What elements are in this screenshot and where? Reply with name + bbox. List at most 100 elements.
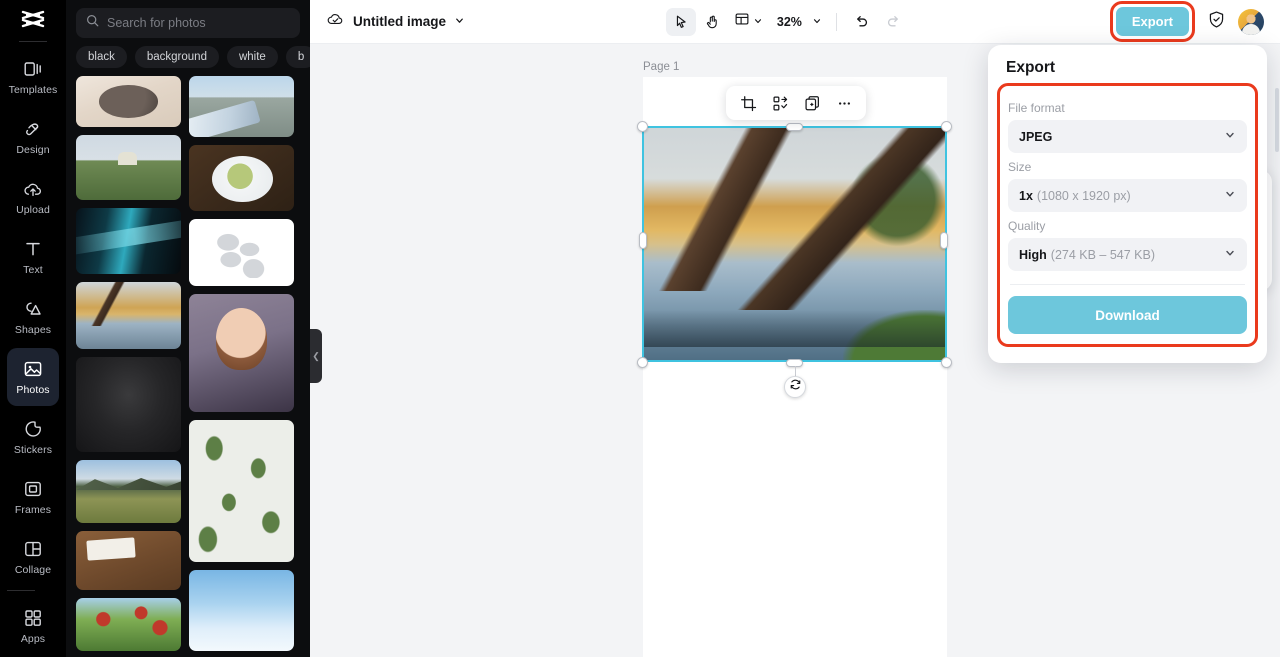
resize-handle-top-right[interactable] [941,121,952,132]
sidebar-item-label: Upload [16,204,50,217]
autumn-river-tree-image[interactable] [643,127,946,361]
undo-button[interactable] [847,8,877,36]
select-value-sub: (1080 x 1920 px) [1036,188,1131,203]
dark-texture-photo[interactable] [76,356,181,452]
toolbar-right-group: Export [1109,1,1280,42]
search-icon [86,14,99,32]
export-field-label: File format [1008,101,1065,115]
sidebar-item-label: Stickers [13,444,53,457]
sidebar-item-label: Frames [14,504,52,517]
sidebar-item-text[interactable]: Text [7,228,59,286]
rotate-handle[interactable] [784,376,806,398]
hand-tool[interactable] [698,8,728,36]
white-drops-photo[interactable] [189,219,294,286]
candles-bowl-photo[interactable] [76,76,181,127]
document-title[interactable]: Untitled image [353,14,446,29]
layout-icon [734,11,750,32]
zoom-chevron-down-icon [812,13,822,31]
resize-handle-bottom-left[interactable] [637,357,648,368]
layout-button[interactable] [730,8,767,36]
more-options-button[interactable] [830,90,858,116]
resize-handle-top-center[interactable] [786,122,803,131]
resize-handle-bottom-right[interactable] [941,357,952,368]
download-button[interactable]: Download [1008,296,1247,334]
capcut-logo-icon[interactable] [0,0,66,37]
airplane-wing-photo[interactable] [189,76,294,138]
stickers-icon [22,418,44,440]
panel-collapse-handle[interactable]: ❮ [310,329,322,383]
tag-chip[interactable]: white [226,46,278,68]
palm-pattern-photo[interactable] [189,420,294,563]
autumn-river-photo[interactable] [76,282,181,349]
export-button-highlight: Export [1109,1,1195,42]
sidebar-item-upload[interactable]: Upload [7,168,59,226]
tag-chip[interactable]: background [134,46,219,68]
duplicate-button[interactable] [798,90,826,116]
sidebar-item-label: Photos [16,384,50,397]
shield-check-icon[interactable] [1207,10,1226,34]
size-select[interactable]: 1x (1080 x 1920 px) [1008,179,1247,212]
resize-handle-right-middle[interactable] [939,232,948,249]
capcut-editor-window: Templates Design Upload Text Shapes Photos Sti… [0,0,1280,657]
tag-chip[interactable]: black [76,46,127,68]
hilltop-town-photo[interactable] [76,134,181,200]
crop-button[interactable] [734,90,762,116]
chevron-down-icon [1224,188,1236,203]
user-avatar[interactable] [1238,8,1264,35]
search-container [66,0,310,38]
sidebar-item-shapes[interactable]: Shapes [7,288,59,346]
abstract-waves-photo[interactable] [76,207,181,275]
redo-button[interactable] [879,8,909,36]
tag-chip[interactable]: b [285,46,310,68]
image-artwork [643,127,946,361]
sidebar-item-label: Text [23,264,43,277]
rail-divider-top [19,41,47,42]
search-box[interactable] [76,8,300,38]
photo-grid[interactable] [66,76,310,651]
quality-select[interactable]: High (274 KB – 547 KB) [1008,238,1247,271]
sidebar-item-label: Apps [20,633,46,646]
toolbar-center-group: 32% [665,7,909,36]
select-tool[interactable] [665,7,696,36]
portrait-woman-photo[interactable] [189,293,294,413]
select-value-sub: (274 KB – 547 KB) [1050,247,1156,262]
blue-sky-photo[interactable] [189,570,294,651]
sidebar-item-label: Shapes [14,324,52,337]
file-format-select[interactable]: JPEG [1008,120,1247,153]
apps-grid-icon [22,607,44,629]
top-toolbar: Untitled image 32% Export [310,0,1280,44]
sidebar-item-stickers[interactable]: Stickers [7,408,59,466]
resize-handle-top-left[interactable] [637,121,648,132]
chevron-down-icon [1224,247,1236,262]
search-input[interactable] [107,16,290,30]
cloud-sync-icon[interactable] [326,10,345,34]
desk-stamps-photo[interactable] [76,530,181,591]
sidebar-item-label: Templates [8,84,58,97]
export-button[interactable]: Export [1115,7,1189,36]
left-navigation-rail: Templates Design Upload Text Shapes Photos Sti… [0,0,66,657]
title-chevron-down-icon[interactable] [454,15,465,29]
toolbar-left-group: Untitled image [310,10,465,34]
sidebar-item-frames[interactable]: Frames [7,468,59,526]
mountain-meadow-photo[interactable] [76,459,181,523]
sidebar-item-photos[interactable]: Photos [7,348,59,406]
salad-plate-photo[interactable] [189,145,294,212]
right-panel-scrollbar[interactable] [1275,88,1279,152]
cutout-button[interactable] [766,90,794,116]
sidebar-item-design[interactable]: Design [7,108,59,166]
collage-icon [22,538,44,560]
image-floating-toolbar [726,86,866,120]
photo-grid-column-right [189,76,294,651]
berry-branch-photo[interactable] [76,598,181,651]
zoom-control[interactable]: 32% [769,8,826,36]
sidebar-item-templates[interactable]: Templates [7,48,59,106]
sidebar-item-collage[interactable]: Collage [7,528,59,586]
tag-chip-list: black background white b [66,38,310,76]
select-value-main: High [1019,247,1047,262]
rail-divider-bottom [7,590,35,591]
photos-icon [22,358,44,380]
frames-icon [22,478,44,500]
export-popover-title: Export [1006,59,1056,76]
resize-handle-left-middle[interactable] [638,232,647,249]
sidebar-item-apps[interactable]: Apps [7,597,59,655]
